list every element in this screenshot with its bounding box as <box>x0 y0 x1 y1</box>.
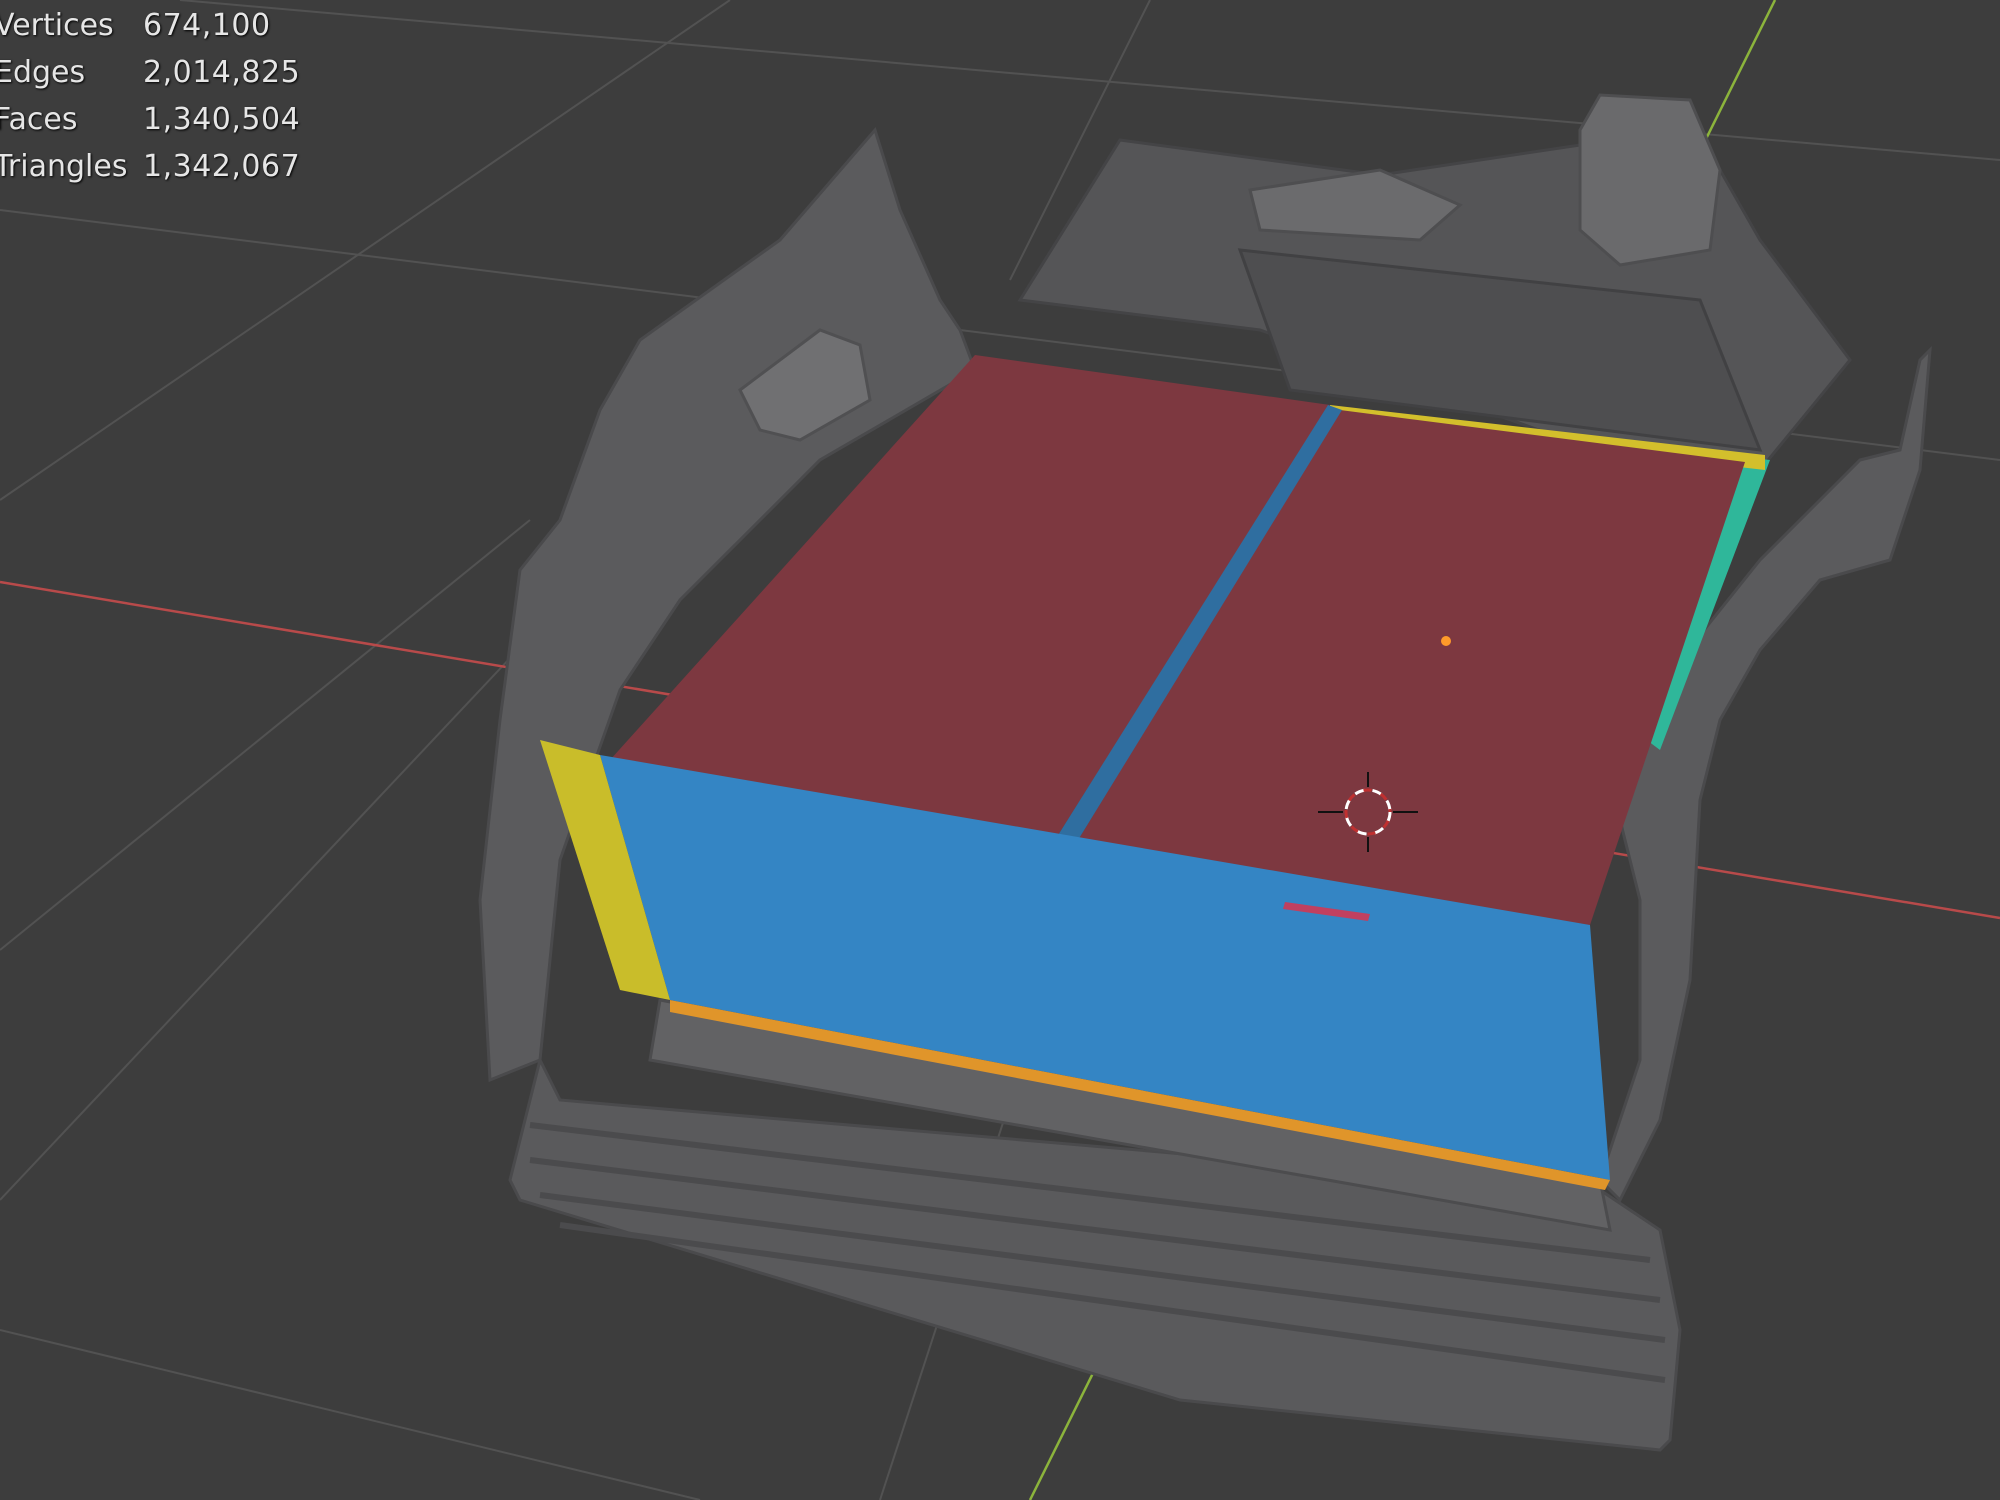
stat-edges-label: Edges <box>0 55 86 90</box>
stat-faces: Faces 1,340,504 <box>0 96 300 143</box>
stat-vertices-value: 674,100 <box>143 8 271 43</box>
stat-triangles: Triangles 1,342,067 <box>0 143 300 190</box>
mesh-headrest <box>1578 93 1722 267</box>
3d-viewport[interactable]: Vertices 674,100 Edges 2,014,825 Faces 1… <box>0 0 2000 1500</box>
stat-triangles-label: Triangles <box>0 149 128 184</box>
scene-statistics-overlay: Vertices 674,100 Edges 2,014,825 Faces 1… <box>0 2 300 190</box>
stat-edges-value: 2,014,825 <box>143 55 301 90</box>
stat-faces-value: 1,340,504 <box>143 102 301 137</box>
stat-vertices-label: Vertices <box>0 8 114 43</box>
scene-canvas[interactable] <box>0 0 2000 1500</box>
stat-faces-label: Faces <box>0 102 78 137</box>
stat-triangles-value: 1,342,067 <box>143 149 301 184</box>
stat-edges: Edges 2,014,825 <box>0 49 300 96</box>
stat-vertices: Vertices 674,100 <box>0 2 300 49</box>
origin-dot-icon <box>1441 636 1451 646</box>
